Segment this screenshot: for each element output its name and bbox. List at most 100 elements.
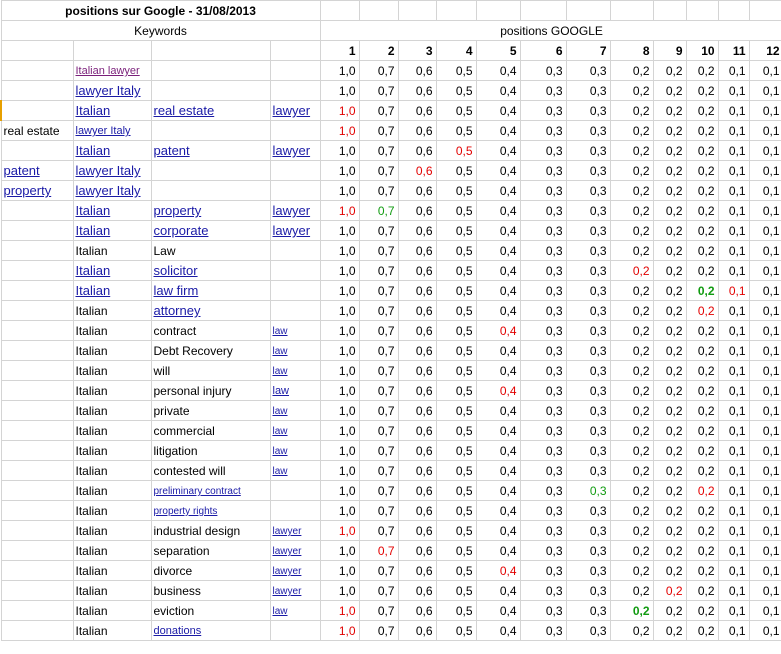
keyword-a-cell[interactable] [0, 280, 74, 301]
position-value[interactable]: 0,6 [397, 580, 437, 601]
position-value[interactable]: 0,7 [358, 220, 399, 241]
position-value[interactable]: 0,5 [435, 400, 477, 421]
position-value[interactable]: 0,1 [717, 340, 750, 361]
keyword-link[interactable]: lawyer [273, 143, 311, 158]
position-value[interactable]: 1,0 [319, 360, 360, 381]
position-value[interactable]: 0,3 [519, 540, 567, 561]
position-value[interactable]: 0,2 [609, 340, 654, 361]
position-value[interactable]: 0,5 [435, 140, 477, 161]
position-value[interactable]: 0,6 [397, 240, 437, 261]
keyword-link[interactable]: preliminary contract [154, 486, 241, 497]
position-value[interactable]: 0,2 [609, 240, 654, 261]
cell[interactable] [565, 0, 611, 21]
keyword-d-cell[interactable] [269, 480, 321, 501]
position-value[interactable]: 0,3 [565, 100, 611, 121]
position-value[interactable]: 0,7 [358, 540, 399, 561]
position-value[interactable]: 0,4 [475, 460, 521, 481]
position-value[interactable]: 0,2 [609, 160, 654, 181]
position-value[interactable]: 0,2 [652, 520, 687, 541]
position-value[interactable]: 0,1 [748, 580, 781, 601]
position-value[interactable]: 0,1 [748, 80, 781, 101]
position-number[interactable]: 7 [565, 40, 611, 61]
position-value[interactable]: 1,0 [319, 280, 360, 301]
keyword-a-cell[interactable] [0, 360, 74, 381]
position-value[interactable]: 0,4 [475, 380, 521, 401]
position-value[interactable]: 0,1 [717, 580, 750, 601]
keyword-b-cell[interactable]: Italian [72, 240, 152, 261]
position-value[interactable]: 0,4 [475, 80, 521, 101]
position-value[interactable]: 0,7 [358, 240, 399, 261]
keyword-d-cell[interactable]: law [269, 320, 321, 341]
keyword-a-cell[interactable] [0, 80, 74, 101]
keyword-link[interactable]: Italian [76, 143, 111, 158]
position-value[interactable]: 0,2 [609, 540, 654, 561]
position-value[interactable]: 0,5 [435, 220, 477, 241]
position-value[interactable]: 0,5 [435, 360, 477, 381]
position-value[interactable]: 0,3 [519, 260, 567, 281]
position-value[interactable]: 1,0 [319, 620, 360, 641]
keyword-b-cell[interactable]: Italian [72, 580, 152, 601]
keyword-link[interactable]: law [273, 606, 288, 617]
position-value[interactable]: 0,4 [475, 140, 521, 161]
position-value[interactable]: 0,6 [397, 620, 437, 641]
position-value[interactable]: 0,5 [435, 600, 477, 621]
position-value[interactable]: 0,1 [748, 220, 781, 241]
keyword-link[interactable]: law [273, 385, 290, 397]
position-value[interactable]: 0,2 [652, 100, 687, 121]
position-value[interactable]: 0,4 [475, 580, 521, 601]
cell[interactable] [519, 0, 567, 21]
position-value[interactable]: 0,3 [519, 220, 567, 241]
position-value[interactable]: 0,3 [519, 280, 567, 301]
keyword-link[interactable]: lawyer [273, 566, 302, 577]
position-value[interactable]: 0,7 [358, 460, 399, 481]
keyword-link[interactable]: Italian lawyer [76, 65, 140, 77]
keyword-link[interactable]: property rights [154, 506, 218, 517]
keyword-a-cell[interactable] [0, 500, 74, 521]
position-value[interactable]: 0,4 [475, 560, 521, 581]
cell[interactable] [319, 0, 360, 21]
keyword-link[interactable]: lawyer [273, 586, 302, 597]
keyword-d-cell[interactable]: lawyer [269, 200, 321, 221]
keyword-b-cell[interactable]: Italian [72, 200, 152, 221]
position-value[interactable]: 0,6 [397, 60, 437, 81]
position-value[interactable]: 1,0 [319, 500, 360, 521]
position-value[interactable]: 0,6 [397, 140, 437, 161]
keyword-link[interactable]: donations [154, 625, 202, 637]
keyword-b-cell[interactable]: lawyer Italy [72, 120, 152, 141]
position-value[interactable]: 0,7 [358, 80, 399, 101]
position-value[interactable]: 0,1 [748, 120, 781, 141]
position-value[interactable]: 0,4 [475, 540, 521, 561]
position-value[interactable]: 0,1 [717, 100, 750, 121]
keyword-a-cell[interactable] [0, 620, 74, 641]
position-value[interactable]: 0,1 [717, 400, 750, 421]
position-value[interactable]: 0,1 [748, 300, 781, 321]
position-value[interactable]: 0,7 [358, 60, 399, 81]
position-value[interactable]: 0,4 [475, 620, 521, 641]
keyword-b-cell[interactable]: Italian [72, 420, 152, 441]
position-value[interactable]: 0,1 [748, 240, 781, 261]
position-value[interactable]: 0,3 [519, 80, 567, 101]
position-value[interactable]: 0,2 [609, 140, 654, 161]
position-value[interactable]: 0,2 [685, 220, 719, 241]
keyword-c-cell[interactable]: commercial [150, 420, 271, 441]
position-value[interactable]: 0,7 [358, 200, 399, 221]
position-value[interactable]: 0,1 [717, 140, 750, 161]
position-value[interactable]: 0,2 [609, 80, 654, 101]
keyword-link[interactable]: patent [4, 163, 40, 178]
position-value[interactable]: 0,1 [717, 600, 750, 621]
position-value[interactable]: 0,7 [358, 440, 399, 461]
position-value[interactable]: 0,1 [748, 160, 781, 181]
keyword-link[interactable]: law [273, 346, 288, 357]
position-value[interactable]: 0,3 [519, 300, 567, 321]
position-value[interactable]: 0,1 [717, 440, 750, 461]
position-value[interactable]: 0,1 [717, 380, 750, 401]
cell[interactable] [609, 0, 654, 21]
position-value[interactable]: 0,1 [717, 500, 750, 521]
position-value[interactable]: 0,3 [519, 60, 567, 81]
position-value[interactable]: 0,1 [717, 480, 750, 501]
keyword-c-cell[interactable]: divorce [150, 560, 271, 581]
position-value[interactable]: 0,3 [519, 340, 567, 361]
cell[interactable] [717, 0, 750, 21]
cell[interactable] [475, 0, 521, 21]
position-value[interactable]: 0,7 [358, 280, 399, 301]
